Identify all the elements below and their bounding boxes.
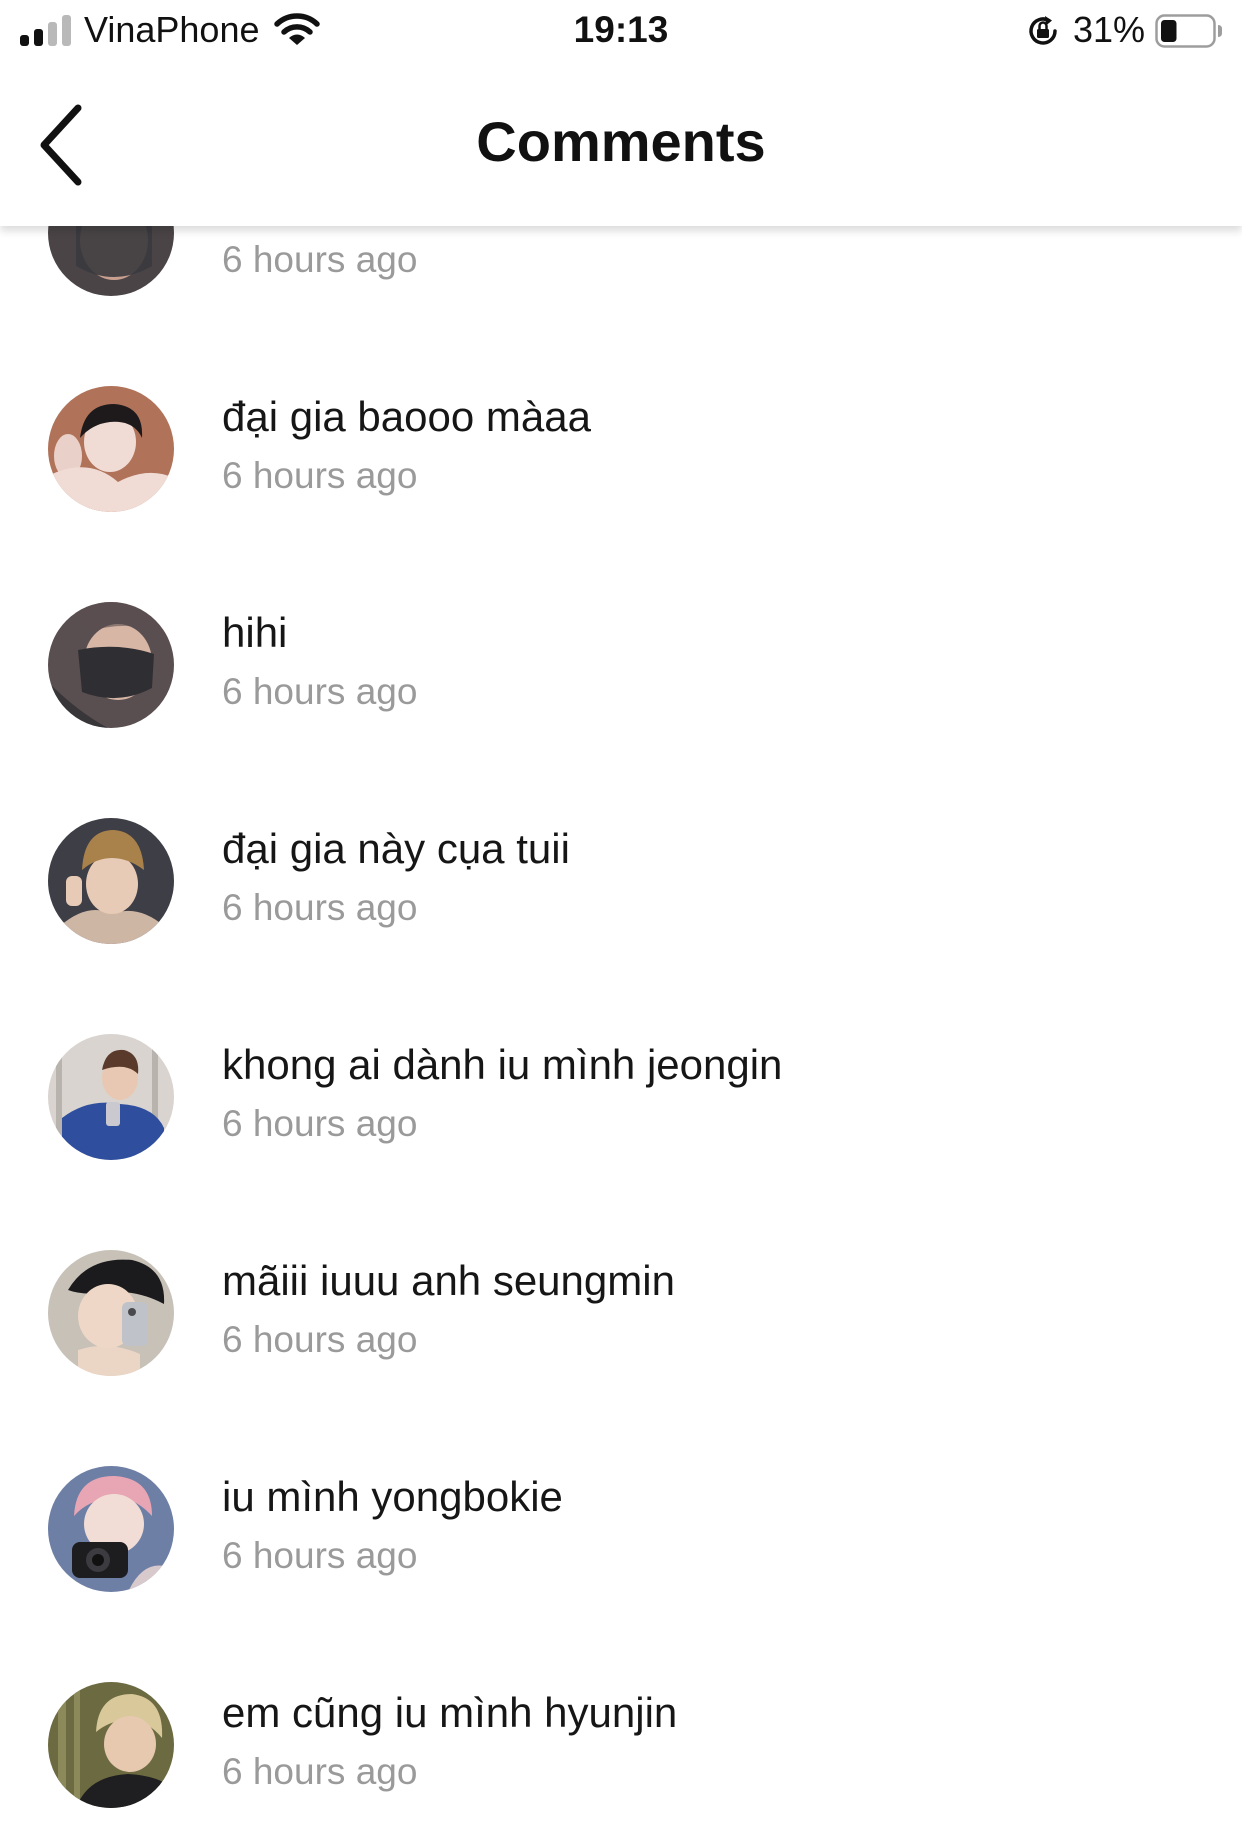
comment-timestamp: 6 hours ago — [222, 671, 418, 712]
avatar[interactable] — [48, 1250, 174, 1376]
comment-timestamp: 6 hours ago — [222, 1751, 418, 1792]
comment-timestamp: 6 hours ago — [222, 1535, 418, 1576]
comment-item[interactable]: hihi 6 hours ago — [0, 602, 1242, 818]
comment-timestamp: 6 hours ago — [222, 455, 418, 496]
comment-item[interactable]: đại gia baooo màaa 6 hours ago — [0, 386, 1242, 602]
comment-text: iu mình yongbokie — [222, 1473, 563, 1520]
avatar[interactable] — [48, 818, 174, 944]
comment-timestamp: 6 hours ago — [222, 1319, 418, 1360]
comment-text: khong ai dành iu mình jeongin — [222, 1041, 783, 1088]
comment-text: mãiii iuuu anh seungmin — [222, 1257, 675, 1304]
comment-text: đại gia baooo màaa — [222, 393, 591, 440]
comment-item[interactable]: mãiii iuuu anh seungmin 6 hours ago — [0, 1250, 1242, 1466]
battery-icon — [1155, 14, 1222, 48]
comment-text: hihi — [222, 609, 288, 656]
orientation-lock-icon — [1029, 16, 1057, 45]
comment-item[interactable]: khong ai dành iu mình jeongin 6 hours ag… — [0, 1034, 1242, 1250]
page-title: Comments — [476, 110, 766, 173]
comment-timestamp: 6 hours ago — [222, 239, 418, 280]
comment-text: đại gia này cụa tuii — [222, 825, 570, 872]
status-bar: VinaPhone 19:13 31% — [0, 0, 1242, 62]
comment-item[interactable]: đại gia này cụa tuii 6 hours ago — [0, 818, 1242, 1034]
battery-percent: 31% — [1073, 9, 1146, 50]
avatar[interactable] — [48, 1466, 174, 1592]
comment-timestamp: 6 hours ago — [222, 887, 418, 928]
avatar[interactable] — [48, 1034, 174, 1160]
comment-list[interactable]: 6 hours ago đại gia baooo màaa 6 hours a… — [0, 0, 1242, 1834]
comment-item[interactable]: em cũng iu mình hyunjin 6 hours ago — [0, 1682, 1242, 1834]
avatar[interactable] — [48, 1682, 174, 1808]
comment-text: em cũng iu mình hyunjin — [222, 1689, 678, 1736]
comment-timestamp: 6 hours ago — [222, 1103, 418, 1144]
avatar[interactable] — [48, 602, 174, 728]
nav-header: Comments — [0, 62, 1242, 226]
comment-item[interactable]: iu mình yongbokie 6 hours ago — [0, 1466, 1242, 1682]
avatar[interactable] — [48, 386, 174, 512]
